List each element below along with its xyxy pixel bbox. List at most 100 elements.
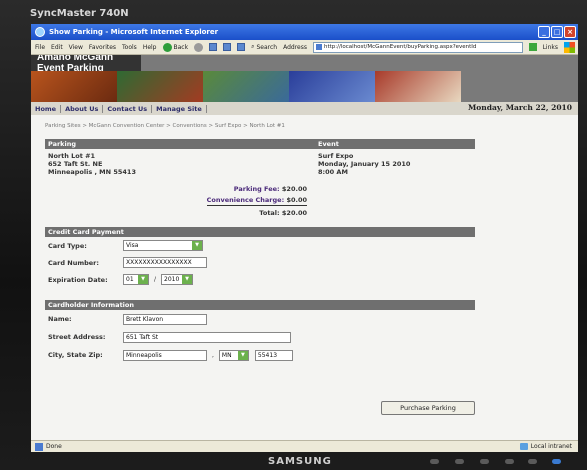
credit-card-section-header: Credit Card Payment bbox=[45, 227, 475, 237]
address-bar[interactable]: http://localhost/McGannEvent/buyParking.… bbox=[312, 41, 523, 53]
monitor-button[interactable] bbox=[480, 459, 489, 464]
chevron-down-icon: ▼ bbox=[192, 241, 202, 250]
monitor-button[interactable] bbox=[505, 459, 514, 464]
links-label[interactable]: Links bbox=[543, 44, 558, 51]
refresh-icon[interactable] bbox=[223, 43, 232, 51]
breadcrumb[interactable]: Parking Sites > McGann Convention Center… bbox=[45, 123, 475, 129]
back-button[interactable]: Back bbox=[162, 42, 188, 52]
monitor-frame: SyncMaster 740N Show Parking - Microsoft… bbox=[0, 0, 587, 470]
cardholder-name-label: Name: bbox=[48, 315, 72, 323]
chevron-down-icon: ▼ bbox=[182, 275, 193, 284]
main-content: Parking Sites > McGann Convention Center… bbox=[45, 123, 475, 364]
header-photo-crowd bbox=[31, 71, 117, 102]
menu-view[interactable]: View bbox=[69, 44, 83, 51]
stop-icon[interactable] bbox=[209, 43, 218, 51]
menu-file[interactable]: File bbox=[35, 44, 45, 51]
header-photo-track bbox=[375, 71, 461, 102]
window-controls: _ □ × bbox=[538, 26, 578, 38]
card-type-label: Card Type: bbox=[48, 241, 87, 250]
parking-event-header: Parking Event bbox=[45, 139, 475, 149]
convenience-value: $0.00 bbox=[286, 196, 307, 204]
current-date: Monday, March 22, 2010 bbox=[467, 103, 572, 112]
menu-help[interactable]: Help bbox=[143, 44, 157, 51]
parking-fee-value: $20.00 bbox=[281, 185, 307, 193]
lot-street: 652 Taft St. NE bbox=[48, 160, 103, 168]
header-photo-stadium bbox=[203, 71, 289, 102]
event-time: 8:00 AM bbox=[318, 168, 348, 176]
convenience-label: Convenience Charge: bbox=[206, 196, 285, 204]
street-address-label: Street Address: bbox=[48, 333, 106, 341]
monitor-brand-logo: SAMSUNG bbox=[268, 456, 332, 467]
security-zone: Local intranet bbox=[519, 443, 578, 450]
nav-manage-site[interactable]: Manage Site bbox=[152, 104, 207, 113]
parking-address: North Lot #1 652 Taft St. NE Minneapolis… bbox=[45, 149, 315, 179]
page-icon bbox=[315, 44, 322, 50]
status-text: Done bbox=[46, 443, 62, 450]
maximize-button[interactable]: □ bbox=[551, 26, 563, 38]
chevron-down-icon: ▼ bbox=[237, 350, 248, 360]
back-arrow-icon bbox=[162, 42, 172, 52]
event-details: Surf Expo Monday, January 15 2010 8:00 A… bbox=[315, 149, 475, 179]
city-input[interactable]: Minneapolis bbox=[123, 349, 207, 361]
browser-status-bar: Done Local intranet bbox=[31, 440, 578, 452]
minimize-button[interactable]: _ bbox=[538, 26, 550, 38]
monitor-model-label: SyncMaster 740N bbox=[30, 8, 129, 19]
monitor-button[interactable] bbox=[430, 459, 439, 464]
forward-button[interactable] bbox=[194, 42, 204, 52]
menu-favorites[interactable]: Favorites bbox=[89, 44, 116, 51]
site-header: Amano McGann Event Parking Home About Us… bbox=[31, 55, 578, 115]
site-logo[interactable]: Amano McGann Event Parking bbox=[31, 55, 141, 74]
parking-event-details: North Lot #1 652 Taft St. NE Minneapolis… bbox=[45, 149, 475, 179]
parking-section-header: Parking bbox=[45, 139, 315, 149]
card-type-row: Card Type: Visa ▼ bbox=[45, 237, 475, 254]
window-title: Show Parking - Microsoft Internet Explor… bbox=[49, 28, 219, 36]
header-photo-concert bbox=[289, 71, 375, 102]
total-value: $20.00 bbox=[281, 209, 307, 217]
expiration-row: Expiration Date: 01 ▼ / 2010 ▼ bbox=[45, 271, 475, 288]
purchase-parking-button[interactable]: Purchase Parking bbox=[381, 401, 475, 415]
menu-edit[interactable]: Edit bbox=[51, 44, 63, 51]
go-button[interactable] bbox=[528, 43, 537, 51]
address-url: http://localhost/McGannEvent/buyParking.… bbox=[323, 44, 477, 50]
nav-contact-us[interactable]: Contact Us bbox=[103, 104, 153, 113]
monitor-button[interactable] bbox=[455, 459, 464, 464]
lot-city: Minneapolis , MN 55413 bbox=[48, 168, 136, 176]
search-button[interactable]: ⌕ Search bbox=[251, 43, 277, 51]
menu-tools[interactable]: Tools bbox=[122, 44, 137, 51]
event-name: Surf Expo bbox=[318, 152, 354, 160]
exp-year-select[interactable]: 2010 ▼ bbox=[161, 274, 194, 285]
chevron-down-icon: ▼ bbox=[138, 275, 148, 284]
event-section-header: Event bbox=[315, 139, 475, 149]
state-select[interactable]: MN ▼ bbox=[218, 349, 249, 361]
zip-input[interactable]: 55413 bbox=[254, 349, 293, 361]
date-separator: / bbox=[154, 276, 157, 283]
header-photo-strip bbox=[31, 71, 461, 102]
power-button[interactable] bbox=[552, 459, 561, 464]
fee-summary: Parking Fee: $20.00 Convenience Charge: … bbox=[45, 185, 315, 217]
close-button[interactable]: × bbox=[564, 26, 576, 38]
parking-fee-label: Parking Fee: bbox=[233, 185, 280, 193]
intranet-icon bbox=[519, 443, 528, 450]
card-type-select[interactable]: Visa ▼ bbox=[123, 240, 203, 251]
total-label: Total: bbox=[259, 209, 280, 217]
nav-home[interactable]: Home bbox=[31, 104, 62, 113]
monitor-button[interactable] bbox=[528, 459, 537, 464]
cardholder-name-row: Name: Brett Klavon bbox=[45, 310, 475, 328]
page-done-icon bbox=[35, 442, 43, 451]
street-address-row: Street Address: 651 Taft St bbox=[45, 328, 475, 346]
card-number-input[interactable]: XXXXXXXXXXXXXXXX bbox=[123, 257, 207, 268]
cardholder-name-input[interactable]: Brett Klavon bbox=[123, 313, 207, 325]
card-number-row: Card Number: XXXXXXXXXXXXXXXX bbox=[45, 254, 475, 271]
street-address-input[interactable]: 651 Taft St bbox=[123, 331, 291, 343]
nav-about-us[interactable]: About Us bbox=[61, 104, 104, 113]
windows-logo-icon bbox=[564, 41, 575, 53]
search-icon: ⌕ bbox=[251, 43, 255, 50]
address-label: Address bbox=[283, 43, 307, 51]
browser-window: Show Parking - Microsoft Internet Explor… bbox=[31, 24, 578, 452]
ie-icon bbox=[35, 27, 45, 37]
exp-month-select[interactable]: 01 ▼ bbox=[123, 274, 149, 285]
lot-name: North Lot #1 bbox=[48, 152, 96, 160]
browser-toolbar: File Edit View Favorites Tools Help Back… bbox=[31, 40, 578, 55]
city-state-zip-row: City, State Zip: Minneapolis , MN ▼ 5541… bbox=[45, 346, 475, 364]
home-icon[interactable] bbox=[237, 43, 246, 51]
